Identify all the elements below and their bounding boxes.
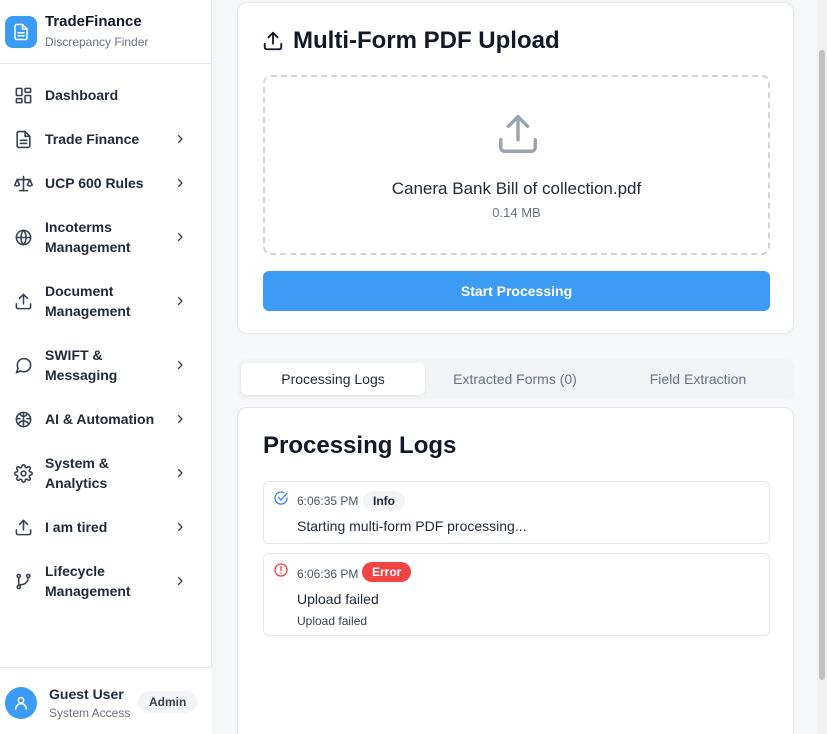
user-role: System Access: [49, 706, 131, 720]
sidebar-item-lifecycle-management[interactable]: Lifecycle Management: [0, 549, 212, 613]
sidebar-item-label: Dashboard: [45, 87, 119, 103]
check-circle-icon: [274, 491, 288, 505]
sidebar-item-trade-finance[interactable]: Trade Finance: [0, 117, 212, 161]
tab-processing-logs[interactable]: Processing Logs: [241, 363, 425, 395]
log-message: Upload failed: [297, 591, 379, 607]
document-icon: [13, 129, 33, 149]
upload-title: Multi-Form PDF Upload: [262, 27, 560, 55]
user-panel[interactable]: Guest User System Access Admin: [0, 667, 212, 734]
log-level-badge: Error: [362, 562, 412, 582]
avatar: [5, 687, 37, 719]
sidebar-item-ucp-600-rules[interactable]: UCP 600 Rules: [0, 161, 212, 205]
brand-title: TradeFinance: [45, 13, 142, 30]
log-detail: Upload failed: [297, 614, 368, 628]
dashboard-icon: [13, 85, 33, 105]
sidebar-item-incoterms-management[interactable]: Incoterms Management: [0, 205, 212, 269]
sidebar-item-label: Incoterms Management: [45, 219, 131, 255]
chevron-right-icon: [177, 522, 183, 532]
gear-icon: [13, 463, 33, 483]
scrollbar-thumb[interactable]: [819, 50, 825, 680]
message-icon: [13, 355, 33, 375]
sidebar-item-label: Document Management: [45, 283, 131, 319]
chevron-right-icon: [177, 134, 183, 144]
sidebar-item-dashboard[interactable]: Dashboard: [0, 73, 212, 117]
upload-icon: [13, 517, 33, 537]
upload-icon: [263, 31, 283, 51]
sidebar-item-label: Trade Finance: [45, 131, 140, 147]
log-entry: 6:06:35 PM Info Starting multi-form PDF …: [263, 481, 770, 544]
upload-title-text: Multi-Form PDF Upload: [293, 27, 560, 54]
sidebar-item-label: Lifecycle Management: [45, 563, 131, 599]
tab-extracted-forms[interactable]: Extracted Forms (0): [423, 363, 607, 395]
sidebar-item-ai-automation[interactable]: AI & Automation: [0, 397, 212, 441]
tab-field-extraction[interactable]: Field Extraction: [606, 363, 790, 395]
upload-card: Multi-Form PDF Upload Canera Bank Bill o…: [237, 2, 794, 334]
sidebar-item-swift-messaging[interactable]: SWIFT & Messaging: [0, 333, 212, 397]
chevron-right-icon: [177, 576, 183, 586]
brand-header: TradeFinance Discrepancy Finder: [0, 0, 211, 64]
document-icon: [5, 15, 37, 48]
chevron-right-icon: [177, 178, 183, 188]
chevron-right-icon: [177, 232, 183, 242]
logs-title: Processing Logs: [263, 432, 457, 459]
log-entry: 6:06:36 PM Error Upload failed Upload fa…: [263, 553, 770, 636]
file-name: Canera Bank Bill of collection.pdf: [391, 179, 642, 198]
chevron-right-icon: [177, 360, 183, 370]
file-size: 0.14 MB: [492, 205, 541, 220]
scrollbar[interactable]: [817, 0, 827, 734]
brain-icon: [13, 409, 33, 429]
sidebar-item-label: AI & Automation: [45, 411, 155, 427]
log-time: 6:06:35 PM: [297, 494, 359, 508]
chevron-right-icon: [177, 414, 183, 424]
globe-icon: [13, 227, 33, 247]
user-name: Guest User: [49, 686, 124, 702]
sidebar-item-label: I am tired: [45, 519, 108, 535]
file-dropzone[interactable]: Canera Bank Bill of collection.pdf 0.14 …: [263, 75, 770, 255]
alert-circle-icon: [274, 563, 288, 577]
scale-icon: [13, 173, 33, 193]
sidebar-item-label: System & Analytics: [45, 455, 109, 491]
sidebar-item-system-analytics[interactable]: System & Analytics: [0, 441, 212, 505]
sidebar-item-label: UCP 600 Rules: [45, 175, 144, 191]
tab-list: Processing Logs Extracted Forms (0) Fiel…: [237, 359, 794, 399]
upload-icon: [499, 115, 537, 153]
sidebar-item-label: SWIFT & Messaging: [45, 347, 118, 383]
brand-subtitle: Discrepancy Finder: [45, 35, 149, 49]
start-processing-button[interactable]: Start Processing: [263, 271, 770, 311]
logs-card: Processing Logs 6:06:35 PM Info Starting…: [237, 407, 794, 734]
user-icon: [14, 696, 28, 710]
log-time: 6:06:36 PM: [297, 567, 359, 581]
upload-icon: [13, 291, 33, 311]
log-level-badge: Info: [363, 491, 405, 511]
role-badge: Admin: [138, 691, 198, 713]
chevron-right-icon: [177, 296, 183, 306]
sidebar: TradeFinance Discrepancy Finder Dashboar…: [0, 0, 212, 734]
chevron-right-icon: [177, 468, 183, 478]
git-branch-icon: [13, 571, 33, 591]
sidebar-item-document-management[interactable]: Document Management: [0, 269, 212, 333]
log-message: Starting multi-form PDF processing...: [297, 518, 527, 534]
sidebar-item-i-am-tired[interactable]: I am tired: [0, 505, 212, 549]
